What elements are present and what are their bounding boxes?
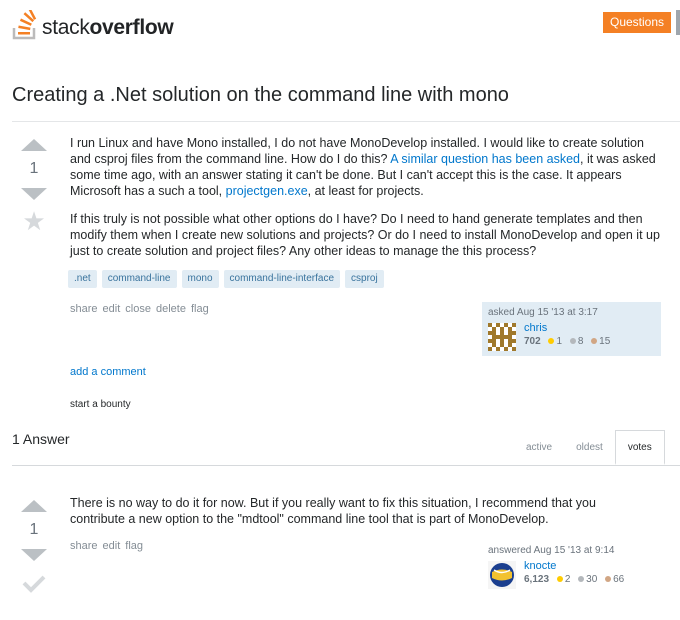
answer-post-menu: share edit flag (70, 540, 143, 552)
question-paragraph-2: If this truly is not possible what other… (70, 212, 660, 258)
tag-list: .net command-line mono command-line-inte… (68, 270, 384, 288)
user-avatar[interactable] (488, 561, 516, 589)
question-vote-cell: 1 ★ (19, 139, 49, 234)
answers-count: 1 Answer (12, 431, 70, 447)
top-bar: stackoverflow Questions (0, 0, 680, 48)
start-bounty-link[interactable]: start a bounty (70, 399, 131, 410)
accept-checkmark-icon[interactable] (19, 573, 49, 598)
tab-votes[interactable]: votes (614, 430, 665, 465)
tag-command-line[interactable]: command-line (101, 270, 177, 288)
question-vote-count: 1 (29, 160, 39, 177)
question-paragraph-1: I run Linux and have Mono installed, I d… (70, 135, 665, 199)
user-avatar[interactable] (488, 323, 516, 351)
share-link[interactable]: share (70, 303, 98, 315)
tab-active[interactable]: active (514, 430, 564, 465)
answered-time: answered Aug 15 '13 at 9:14 (488, 545, 615, 556)
silver-badge-icon (569, 338, 576, 345)
questions-button[interactable]: Questions (603, 12, 671, 33)
flag-link[interactable]: flag (125, 540, 143, 552)
downvote-arrow-icon[interactable] (21, 549, 47, 561)
question-post-menu: share edit close delete flag (70, 303, 209, 315)
projectgen-link[interactable]: projectgen.exe (226, 184, 308, 198)
edit-link[interactable]: edit (103, 303, 121, 315)
answer-vote-cell: 1 (19, 500, 49, 598)
bronze-badge-count: 15 (599, 336, 611, 347)
stack-logo-icon (12, 10, 37, 40)
tabs-divider (12, 465, 680, 466)
answer-paragraph: There is no way to do it for now. But if… (70, 496, 596, 526)
silver-badge-count: 30 (586, 574, 598, 585)
answer-vote-count: 1 (29, 521, 39, 538)
silver-badge-count: 8 (577, 336, 584, 347)
answer-owner-card: answered Aug 15 '13 at 9:14 knocte 6,123… (482, 540, 661, 596)
upvote-arrow-icon[interactable] (21, 500, 47, 512)
asked-time: asked Aug 15 '13 at 3:17 (488, 307, 598, 318)
logo-wordmark: stackoverflow (42, 16, 174, 40)
logo-text-light: stack (42, 16, 90, 39)
downvote-arrow-icon[interactable] (21, 188, 47, 200)
user-reputation: 702 1 8 15 (524, 336, 610, 347)
scroll-edge (676, 10, 680, 35)
share-link[interactable]: share (70, 540, 98, 552)
tag-csproj[interactable]: csproj (345, 270, 384, 288)
reputation-score: 702 (524, 336, 541, 347)
close-link[interactable]: close (125, 303, 151, 315)
answer-body: There is no way to do it for now. But if… (70, 495, 630, 539)
similar-question-link[interactable]: A similar question has been asked (390, 152, 580, 166)
gold-badge-icon (548, 338, 555, 345)
bronze-badge-icon (605, 576, 612, 583)
delete-link[interactable]: delete (156, 303, 186, 315)
user-name-link[interactable]: knocte (524, 560, 556, 572)
title-divider (12, 121, 680, 122)
gold-badge-count: 1 (556, 336, 563, 347)
answer-sort-tabs: active oldest votes (514, 430, 665, 465)
reputation-score: 6,123 (524, 574, 550, 585)
tab-oldest[interactable]: oldest (564, 430, 615, 465)
flag-link[interactable]: flag (191, 303, 209, 315)
add-comment-link[interactable]: add a comment (70, 366, 146, 378)
bronze-badge-icon (591, 338, 598, 345)
bronze-badge-count: 66 (613, 574, 625, 585)
logo-text-bold: overflow (89, 16, 174, 39)
body-text: , at least for projects. (307, 184, 424, 198)
question-body: I run Linux and have Mono installed, I d… (70, 135, 665, 271)
site-logo[interactable]: stackoverflow (12, 6, 174, 40)
user-reputation: 6,123 2 30 66 (524, 574, 624, 585)
tag-net[interactable]: .net (68, 270, 97, 288)
favorite-star-icon[interactable]: ★ (19, 208, 49, 234)
tag-command-line-interface[interactable]: command-line-interface (223, 270, 341, 288)
gold-badge-count: 2 (564, 574, 571, 585)
edit-link[interactable]: edit (103, 540, 121, 552)
question-title[interactable]: Creating a .Net solution on the command … (12, 84, 509, 107)
question-owner-card: asked Aug 15 '13 at 3:17 chris 702 1 8 1… (482, 302, 661, 356)
gold-badge-icon (556, 576, 563, 583)
user-name-link[interactable]: chris (524, 322, 547, 334)
tag-mono[interactable]: mono (181, 270, 219, 288)
silver-badge-icon (578, 576, 585, 583)
upvote-arrow-icon[interactable] (21, 139, 47, 151)
